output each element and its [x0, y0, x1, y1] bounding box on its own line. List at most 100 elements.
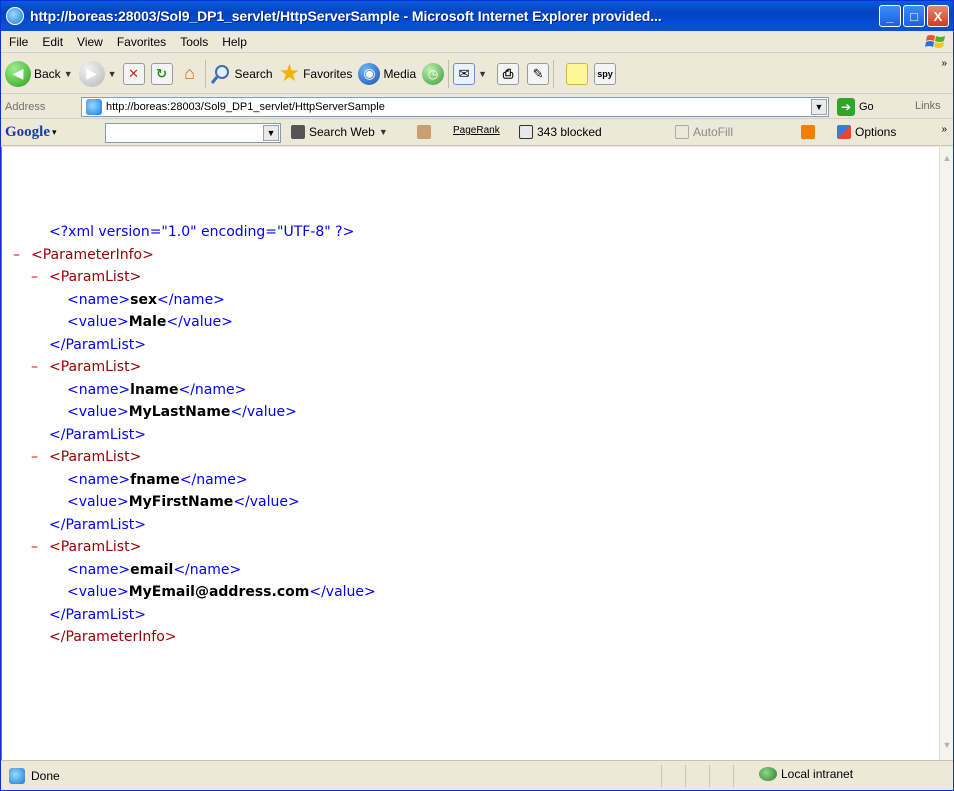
mail-icon: ✉ [453, 62, 476, 85]
scroll-up-icon[interactable]: ▲ [941, 153, 953, 167]
address-input[interactable]: http://boreas:28003/Sol9_DP1_servlet/Htt… [81, 97, 829, 117]
close-button[interactable]: X [927, 5, 949, 27]
search-web-dropdown-icon[interactable]: ▼ [379, 127, 388, 137]
address-url[interactable]: http://boreas:28003/Sol9_DP1_servlet/Htt… [106, 101, 385, 113]
mail-dropdown-icon[interactable]: ▼ [478, 69, 487, 79]
value-close-tag: </value> [233, 494, 300, 510]
forward-button[interactable]: ▶ ▼ [78, 60, 117, 87]
history-icon[interactable]: ◷ [422, 62, 445, 85]
minimize-button[interactable]: _ [879, 5, 901, 27]
param-list-open: – <ParamList> [31, 536, 376, 559]
param-name-value: email [130, 561, 174, 578]
param-value-line: <value>Male</value> [31, 311, 376, 334]
vertical-scrollbar[interactable]: ▲ ▼ [939, 147, 953, 760]
menu-edit[interactable]: Edit [42, 35, 63, 49]
minimize-icon: _ [886, 8, 894, 24]
google-search-input[interactable]: ▼ [105, 123, 281, 143]
param-list-close: </ParamList> [31, 334, 376, 357]
stop-button[interactable]: ✕ [122, 62, 145, 85]
edit-icon[interactable]: ✎ [527, 62, 550, 85]
google-toolbar: Google ▾ ▼ Search Web ▼ PageRank 343 blo… [1, 120, 953, 146]
autofill-button[interactable]: AutoFill [675, 125, 733, 139]
page-icon [86, 99, 102, 115]
collapse-toggle[interactable]: – [13, 244, 31, 267]
search-web-label: Search Web [309, 125, 375, 139]
ie-icon[interactable] [6, 7, 24, 25]
param-list-close-tag: </ParamList> [49, 426, 147, 443]
forward-dropdown-icon[interactable]: ▼ [108, 69, 117, 79]
toolbar-overflow-icon[interactable]: » [941, 58, 947, 69]
favorites-button[interactable]: ★ Favorites [278, 59, 353, 87]
param-list-open: – <ParamList> [31, 266, 376, 289]
back-dropdown-icon[interactable]: ▼ [64, 69, 73, 79]
value-close-tag: </value> [309, 584, 376, 600]
blogger-icon[interactable] [801, 125, 815, 139]
options-icon [837, 125, 851, 139]
back-button[interactable]: ◀ Back ▼ [5, 60, 73, 87]
value-open-tag: <value> [67, 494, 129, 510]
refresh-button[interactable]: ↻ [150, 62, 173, 85]
menu-bar: File Edit View Favorites Tools Help [1, 31, 953, 53]
value-open-tag: <value> [67, 404, 129, 420]
xml-root-close: </ParameterInfo> [31, 626, 376, 649]
param-list-close: </ParamList> [31, 514, 376, 537]
param-name-value: sex [130, 291, 158, 308]
links-button[interactable]: Links [915, 100, 941, 112]
menu-tools[interactable]: Tools [180, 35, 208, 49]
name-close-tag: </name> [173, 561, 242, 578]
xml-declaration-text: <?xml version="1.0" encoding="UTF-8" ?> [49, 224, 355, 240]
menu-view[interactable]: View [77, 35, 103, 49]
root-open-tag: <ParameterInfo> [31, 246, 154, 263]
value-close-tag: </value> [166, 314, 233, 330]
title-bar: http://boreas:28003/Sol9_DP1_servlet/Htt… [1, 1, 953, 31]
google-menu-arrow-icon[interactable]: ▾ [52, 127, 57, 138]
print-icon[interactable]: ⎙ [497, 62, 520, 85]
collapse-toggle[interactable]: – [31, 266, 49, 289]
go-button[interactable]: ➔ Go [837, 98, 874, 116]
value-open-tag: <value> [67, 314, 129, 330]
popup-blocker-button[interactable]: 343 blocked [519, 125, 602, 139]
search-web-button[interactable]: Search Web ▼ [291, 125, 388, 139]
name-open-tag: <name> [67, 381, 131, 398]
collapse-toggle[interactable]: – [31, 356, 49, 379]
window-title: http://boreas:28003/Sol9_DP1_servlet/Htt… [30, 8, 662, 24]
menu-file[interactable]: File [9, 35, 28, 49]
collapse-toggle[interactable]: – [31, 536, 49, 559]
toolbar-separator [553, 59, 555, 88]
menu-help[interactable]: Help [222, 35, 247, 49]
go-arrow-icon: ➔ [837, 98, 855, 116]
maximize-button[interactable]: □ [903, 5, 925, 27]
xml-declaration: <?xml version="1.0" encoding="UTF-8" ?> [31, 221, 376, 244]
menu-favorites[interactable]: Favorites [117, 35, 166, 49]
go-label: Go [859, 101, 874, 113]
window-controls: _ □ X [879, 5, 949, 27]
collapse-toggle[interactable]: – [31, 446, 49, 469]
param-name-line: <name>sex</name> [31, 289, 376, 312]
blocked-count-label: 343 blocked [537, 125, 602, 139]
news-icon[interactable] [417, 125, 431, 139]
options-button[interactable]: Options [837, 125, 896, 139]
pagerank-indicator[interactable]: PageRank [453, 125, 500, 136]
notes-icon[interactable] [566, 62, 589, 85]
google-logo[interactable]: Google [5, 124, 50, 141]
security-zone[interactable]: Local intranet [759, 767, 853, 781]
value-open-tag: <value> [67, 584, 129, 600]
name-open-tag: <name> [67, 291, 131, 308]
param-list-close-tag: </ParamList> [49, 516, 147, 533]
google-search-dropdown-icon[interactable]: ▼ [263, 125, 279, 141]
mail-button[interactable]: ✉ ▼ [453, 62, 487, 85]
media-button[interactable]: ◉ Media [358, 62, 417, 85]
name-open-tag: <name> [67, 471, 131, 488]
name-close-tag: </name> [157, 291, 225, 308]
param-list-open-tag: <ParamList> [49, 269, 142, 285]
param-list-close-tag: </ParamList> [49, 606, 147, 623]
param-name-line: <name>fname</name> [31, 469, 376, 492]
search-button[interactable]: Search [210, 63, 273, 85]
favorites-star-icon: ★ [278, 59, 301, 87]
home-button[interactable]: ⌂ [179, 63, 201, 85]
scroll-down-icon[interactable]: ▼ [941, 740, 953, 754]
address-dropdown-icon[interactable]: ▼ [811, 99, 827, 115]
google-toolbar-overflow-icon[interactable]: » [941, 124, 947, 135]
spy-icon[interactable]: spy [594, 62, 617, 85]
media-label: Media [383, 66, 417, 81]
